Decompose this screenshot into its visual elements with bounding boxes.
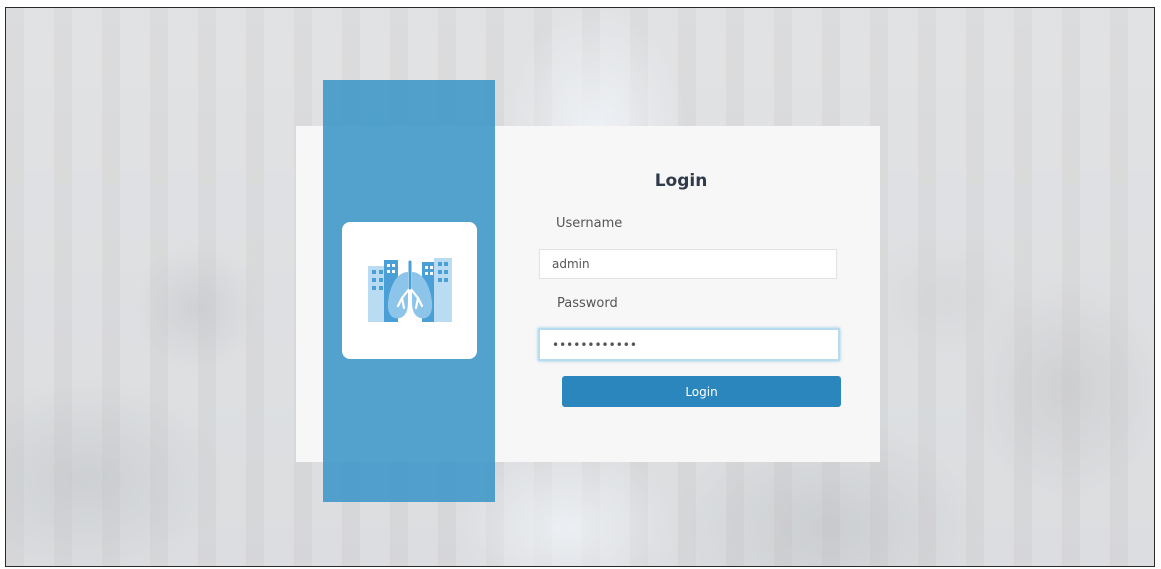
password-label: Password: [557, 296, 618, 311]
logo-box: [342, 222, 477, 359]
username-input[interactable]: [539, 249, 837, 279]
login-button[interactable]: Login: [562, 376, 841, 407]
city-lungs-icon: [368, 258, 452, 322]
password-input[interactable]: [538, 328, 840, 361]
login-title: Login: [654, 171, 708, 191]
page-frame: Login Username Password Login: [5, 7, 1155, 567]
username-label: Username: [556, 216, 623, 231]
